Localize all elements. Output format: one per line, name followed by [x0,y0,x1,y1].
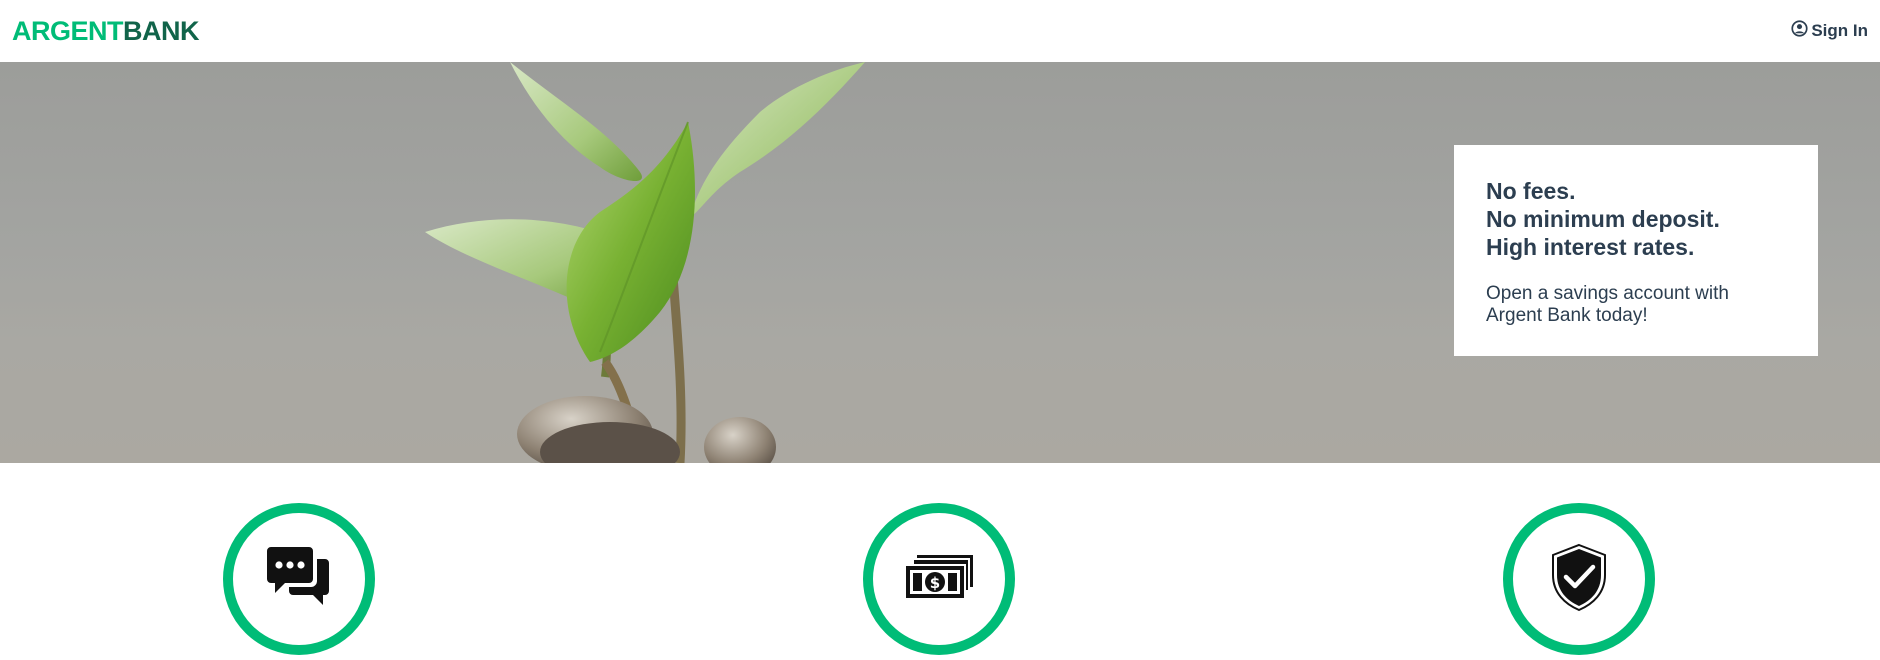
hero-subtitle-no-minimum-deposit: No minimum deposit. [1486,206,1720,232]
hero-subtitle-high-interest: High interest rates. [1486,234,1695,260]
user-circle-icon [1791,20,1808,42]
sign-in-label: Sign In [1811,21,1868,40]
hero-content-card: No fees. No minimum deposit. High intere… [1454,145,1818,356]
feature-chat [223,503,375,655]
logo-text-argent: ARGENT [12,15,124,46]
hero-banner: No fees. No minimum deposit. High intere… [0,62,1880,463]
chat-icon [263,541,335,618]
security-shield-icon [1543,541,1615,618]
hero-subtitle-no-fees: No fees. [1486,178,1576,204]
money-icon: $ [903,541,975,618]
feature-security [1503,503,1655,655]
argent-bank-logo[interactable]: ARGENT BANK [12,15,200,47]
sign-in-link[interactable]: Sign In [1791,20,1868,42]
svg-text:$: $ [930,574,940,592]
logo-text-bank: BANK [123,15,200,46]
main-nav: ARGENT BANK Sign In [0,0,1880,62]
feature-money: $ [863,503,1015,655]
hero-text: Open a savings account with Argent Bank … [1486,283,1729,326]
